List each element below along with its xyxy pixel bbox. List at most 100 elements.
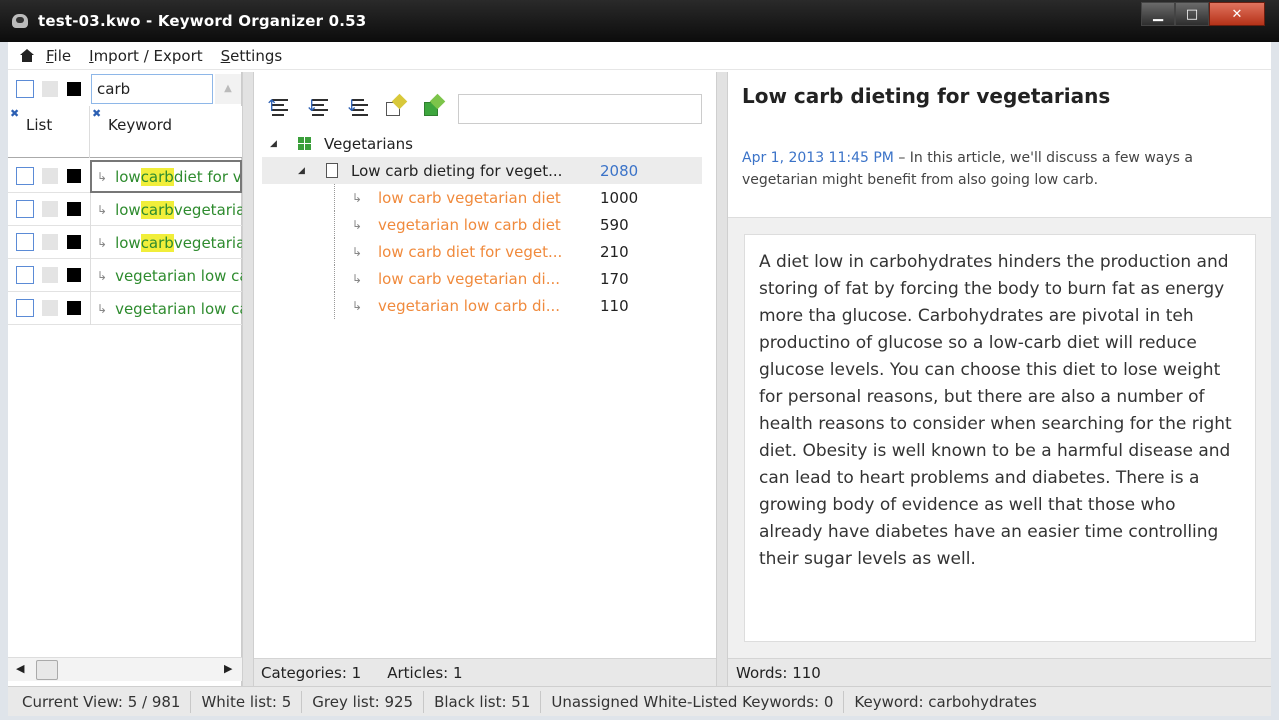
keyword-cell[interactable]: ↳ low carb diet for vegetarians — [90, 160, 242, 193]
black-list-toggle[interactable] — [67, 202, 81, 216]
white-list-checkbox[interactable] — [16, 200, 34, 218]
tree-node-keyword[interactable]: ↳ low carb diet for veget... 210 — [254, 238, 716, 265]
menu-import-export[interactable]: Import / Export — [89, 47, 203, 65]
collapse-arrow-icon[interactable]: ◢ — [270, 139, 277, 149]
scroll-left-icon[interactable]: ◀ — [16, 662, 24, 675]
keyword-icon: ↳ — [97, 268, 108, 283]
keyword-icon: ↳ — [352, 271, 363, 286]
table-row[interactable]: ↳ low carb vegetarian diet — [8, 193, 242, 226]
table-row[interactable]: ↳ low carb diet for vegetarians — [8, 160, 242, 193]
article-body-text: A diet low in carbohydrates hinders the … — [759, 252, 1232, 569]
table-row[interactable]: ↳ low carb vegetarian diets — [8, 226, 242, 259]
tree-node-category[interactable]: ◢ Vegetarians — [254, 130, 716, 157]
keyword-highlight: carb — [140, 200, 174, 219]
keyword-rows: ↳ low carb diet for vegetarians ↳ low carb… — [8, 160, 242, 325]
keyword-cell[interactable]: ↳ low carb vegetarian diets — [90, 226, 242, 259]
tree-node-keyword[interactable]: ↳ low carb vegetarian di... 170 — [254, 265, 716, 292]
add-category-icon[interactable] — [422, 93, 446, 118]
keyword-text-pre: vegetarian low carb diet — [115, 266, 242, 285]
keyword-text-pre: low — [115, 167, 141, 186]
table-row[interactable]: ↳ vegetarian low carb diets — [8, 292, 242, 325]
maximize-button[interactable]: □ — [1175, 2, 1209, 26]
clear-filter-icon[interactable]: ✖ — [10, 107, 19, 120]
grey-list-toggle[interactable] — [42, 201, 58, 217]
column-header-keyword-label: Keyword — [108, 116, 173, 134]
article-title: Low carb dieting for vegetarians — [742, 84, 1111, 108]
minimize-icon: ▁ — [1153, 6, 1163, 22]
white-list-filter-checkbox[interactable] — [16, 80, 34, 98]
sort-descending-icon[interactable]: ↓ — [304, 94, 330, 120]
menu-settings[interactable]: Settings — [221, 47, 283, 65]
white-list-checkbox[interactable] — [16, 299, 34, 317]
grey-list-toggle[interactable] — [42, 267, 58, 283]
grey-list-toggle[interactable] — [42, 168, 58, 184]
keyword-highlight: carb — [140, 233, 174, 252]
keyword-text-post: vegetarian diet — [173, 200, 242, 219]
status-black-list: Black list: 51 — [424, 690, 542, 713]
category-label: Vegetarians — [324, 134, 413, 153]
window-frame-bottom — [0, 716, 1279, 720]
minimize-button[interactable]: ▁ — [1141, 2, 1175, 26]
keyword-cell[interactable]: ↳ low carb vegetarian diet — [90, 193, 242, 226]
document-icon — [326, 163, 338, 178]
black-list-toggle[interactable] — [67, 235, 81, 249]
status-white-list: White list: 5 — [191, 690, 303, 713]
keyword-cell[interactable]: ↳ vegetarian low carb diet — [90, 259, 242, 292]
scrollbar-thumb[interactable] — [36, 660, 58, 680]
filter-scroll-up-arrow-icon[interactable]: ▲ — [215, 74, 241, 104]
keyword-count: 210 — [600, 242, 629, 261]
keyword-icon: ↳ — [352, 217, 363, 232]
article-status-bar: Words: 110 — [728, 658, 1271, 686]
column-header-list[interactable]: ✖ List — [8, 106, 90, 158]
keyword-count: 590 — [600, 215, 629, 234]
collapse-arrow-icon[interactable]: ◢ — [298, 166, 305, 176]
categories-count: Categories: 1 — [261, 663, 362, 682]
white-list-checkbox[interactable] — [16, 233, 34, 251]
clear-filter-icon[interactable]: ✖ — [92, 107, 101, 120]
white-list-checkbox[interactable] — [16, 266, 34, 284]
tree-search-input[interactable] — [458, 94, 702, 124]
keyword-icon: ↳ — [97, 169, 108, 184]
menu-file[interactable]: File — [46, 47, 71, 65]
keyword-list-panel: ▲ ✖ List ✖ Keyword ↳ low carb diet for ve… — [8, 72, 242, 686]
white-list-checkbox[interactable] — [16, 167, 34, 185]
status-bar: Current View: 5 / 981 White list: 5 Grey… — [8, 686, 1271, 716]
keyword-filter-input[interactable] — [91, 74, 213, 104]
keyword-label: low carb vegetarian diet — [378, 188, 561, 207]
keyword-text-pre: low — [115, 233, 141, 252]
home-icon[interactable] — [20, 49, 34, 62]
keyword-text-pre: vegetarian low carb diets — [115, 299, 242, 318]
black-list-filter-toggle[interactable] — [67, 82, 81, 96]
keyword-cell[interactable]: ↳ vegetarian low carb diets — [90, 292, 242, 325]
scroll-right-icon[interactable]: ▶ — [224, 662, 232, 675]
keyword-icon: ↳ — [97, 235, 108, 250]
article-date[interactable]: Apr 1, 2013 11:45 PM — [742, 150, 894, 166]
article-body[interactable]: A diet low in carbohydrates hinders the … — [744, 234, 1256, 642]
keyword-icon: ↳ — [352, 190, 363, 205]
tree-node-keyword[interactable]: ↳ vegetarian low carb di... 110 — [254, 292, 716, 319]
add-article-icon[interactable] — [384, 93, 408, 118]
close-button[interactable]: ✕ — [1209, 2, 1265, 26]
grey-list-toggle[interactable] — [42, 234, 58, 250]
articles-count: Articles: 1 — [387, 663, 463, 682]
splitter-left[interactable] — [242, 72, 254, 686]
sort-ascending-icon[interactable]: ↑ — [264, 94, 290, 120]
column-header-keyword[interactable]: ✖ Keyword — [90, 106, 242, 158]
column-header-list-label: List — [26, 116, 53, 134]
article-panel: Low carb dieting for vegetarians Apr 1, … — [728, 72, 1271, 686]
keyword-grid-header: ✖ List ✖ Keyword — [8, 106, 242, 158]
tree-node-article[interactable]: ◢ Low carb dieting for veget... 2080 — [262, 157, 702, 184]
article-header: Low carb dieting for vegetarians Apr 1, … — [728, 72, 1271, 218]
keyword-highlight: carb — [140, 167, 174, 186]
black-list-toggle[interactable] — [67, 169, 81, 183]
grey-list-toggle[interactable] — [42, 300, 58, 316]
black-list-toggle[interactable] — [67, 301, 81, 315]
tree-node-keyword[interactable]: ↳ vegetarian low carb diet 590 — [254, 211, 716, 238]
sort-numeric-icon[interactable]: ↓ — [344, 94, 370, 120]
splitter-right[interactable] — [716, 72, 728, 686]
grey-list-filter-toggle[interactable] — [42, 81, 58, 97]
table-row[interactable]: ↳ vegetarian low carb diet — [8, 259, 242, 292]
tree-node-keyword[interactable]: ↳ low carb vegetarian diet 1000 — [254, 184, 716, 211]
horizontal-scrollbar[interactable]: ◀ ▶ — [8, 657, 242, 681]
black-list-toggle[interactable] — [67, 268, 81, 282]
